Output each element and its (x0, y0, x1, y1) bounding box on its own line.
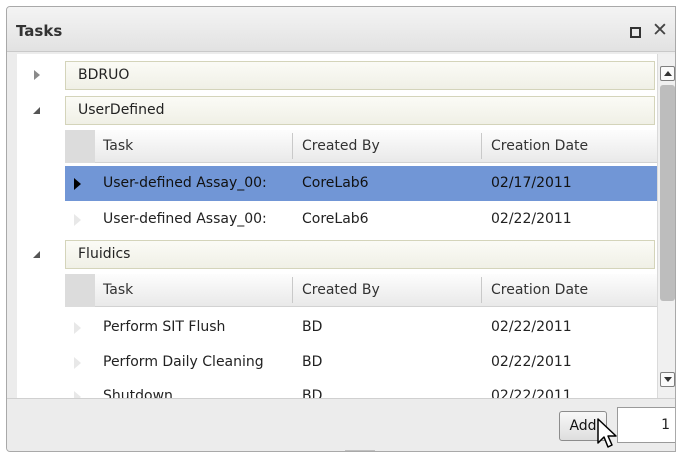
panel-title: Tasks (16, 22, 63, 40)
column-header-created-by[interactable]: Created By (302, 282, 380, 298)
cell-creation-date: 02/22/2011 (491, 388, 572, 398)
group-header-bdruo[interactable]: BDRUO (65, 61, 655, 90)
mouse-pointer-icon (597, 418, 617, 448)
scroll-down-arrow-icon[interactable] (660, 372, 675, 387)
group-header-userdefined[interactable]: UserDefined (65, 96, 655, 125)
row-selector-header (65, 130, 95, 163)
table-row[interactable]: Perform Daily Cleaning BD 02/22/2011 (65, 345, 657, 380)
group-bdruo: BDRUO (17, 58, 657, 92)
row-pointer-icon (74, 178, 81, 190)
cell-created-by: CoreLab6 (302, 175, 369, 191)
table-row[interactable]: Perform SIT Flush BD 02/22/2011 (65, 310, 657, 345)
cell-created-by: CoreLab6 (302, 211, 369, 227)
group-header-fluidics[interactable]: Fluidics (65, 240, 655, 269)
maximize-icon[interactable] (630, 27, 641, 38)
cell-creation-date: 02/22/2011 (491, 319, 572, 335)
cell-created-by: BD (302, 319, 323, 335)
group-userdefined: UserDefined (17, 93, 657, 127)
row-pointer-icon (74, 391, 81, 398)
cell-task: Shutdown (103, 388, 173, 398)
column-header-created-by[interactable]: Created By (302, 138, 380, 154)
column-header-row: Task Created By Creation Date (65, 130, 657, 163)
column-header-creation-date[interactable]: Creation Date (491, 282, 588, 298)
panel-titlebar: Tasks ✕ (7, 7, 675, 52)
cell-created-by: BD (302, 388, 323, 398)
group-fluidics: Fluidics (17, 237, 657, 271)
scroll-up-arrow-icon[interactable] (660, 66, 675, 81)
column-header-row: Task Created By Creation Date (65, 274, 657, 307)
resize-grip[interactable] (345, 450, 375, 451)
row-selector-header (65, 274, 95, 307)
task-grid: BDRUO UserDefined Task Created By Creati… (17, 54, 657, 398)
collapse-triangle-icon[interactable] (33, 251, 40, 258)
row-pointer-icon (74, 322, 81, 334)
table-row[interactable]: User-defined Assay_00: CoreLab6 02/17/20… (65, 166, 657, 201)
vertical-scrollbar[interactable] (657, 54, 675, 398)
row-pointer-icon (74, 357, 81, 369)
row-pointer-icon (74, 214, 81, 226)
expand-triangle-icon[interactable] (34, 70, 40, 80)
column-header-task[interactable]: Task (103, 282, 133, 298)
cell-task: Perform Daily Cleaning (103, 354, 264, 370)
table-row[interactable]: Shutdown BD 02/22/2011 (65, 379, 657, 398)
quantity-input[interactable] (617, 407, 675, 443)
cell-created-by: BD (302, 354, 323, 370)
cell-task: User-defined Assay_00: (103, 175, 267, 191)
cell-task: User-defined Assay_00: (103, 211, 267, 227)
collapse-triangle-icon[interactable] (33, 107, 40, 114)
panel-footer: Add (7, 398, 675, 451)
cell-creation-date: 02/17/2011 (491, 175, 572, 191)
scroll-thumb[interactable] (660, 85, 675, 301)
tasks-panel: Tasks ✕ BDRUO UserDefined Task Created B… (6, 6, 676, 452)
close-icon[interactable]: ✕ (652, 18, 668, 42)
cell-creation-date: 02/22/2011 (491, 354, 572, 370)
cell-task: Perform SIT Flush (103, 319, 226, 335)
column-header-creation-date[interactable]: Creation Date (491, 138, 588, 154)
column-header-task[interactable]: Task (103, 138, 133, 154)
table-row[interactable]: User-defined Assay_00: CoreLab6 02/22/20… (65, 202, 657, 237)
cell-creation-date: 02/22/2011 (491, 211, 572, 227)
